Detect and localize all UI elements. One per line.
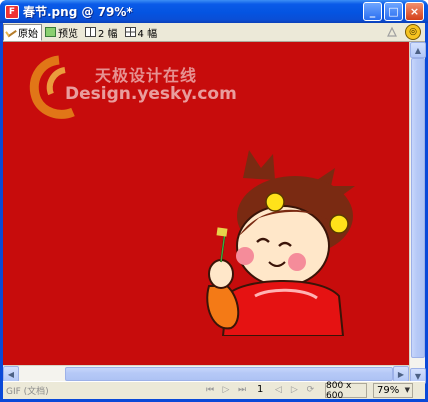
document-client-area: 原始 预览 2 幅 4 幅 ◎ 天极设计在线 Design.yesky.com … <box>3 23 426 401</box>
play-icon[interactable]: ▷ <box>221 385 231 395</box>
tab-preview[interactable]: 预览 <box>42 24 82 41</box>
four-up-icon <box>124 27 136 37</box>
quality-icon[interactable] <box>385 25 399 39</box>
app-icon[interactable]: F <box>5 4 19 19</box>
minimize-button[interactable]: _ <box>363 2 382 21</box>
scroll-right-button[interactable]: ▶ <box>393 366 409 382</box>
last-frame-icon[interactable]: ⏭ <box>237 385 247 395</box>
preview-icon <box>45 27 56 37</box>
watermark-site-text: Design.yesky.com <box>65 84 237 104</box>
maximize-button[interactable]: □ <box>384 2 403 21</box>
first-frame-icon[interactable]: ⏮ <box>205 385 215 395</box>
options-icon[interactable]: ◎ <box>405 24 421 40</box>
loop-icon[interactable]: ⟳ <box>305 385 315 395</box>
zoom-select[interactable]: 79% ▼ <box>373 383 413 398</box>
zoom-value: 79% <box>377 385 400 396</box>
export-format-label: GIF (文档) <box>6 387 49 397</box>
close-button[interactable]: × <box>405 2 424 21</box>
scroll-up-button[interactable]: ▲ <box>410 42 426 58</box>
title-bar[interactable]: F 春节.png @ 79%* _ □ × <box>0 0 428 23</box>
chevron-down-icon: ▼ <box>404 386 410 394</box>
tab-original[interactable]: 原始 <box>3 23 42 41</box>
tab-4-up[interactable]: 4 幅 <box>122 24 162 41</box>
window-controls: _ □ × <box>363 2 424 21</box>
pencil-icon <box>5 26 17 38</box>
two-up-icon <box>85 27 96 37</box>
canvas-viewport[interactable]: 天极设计在线 Design.yesky.com <box>3 42 409 384</box>
previous-frame-icon[interactable]: ◁ <box>273 385 283 395</box>
cartoon-girl-illustration <box>206 150 355 336</box>
watermark-chinese-text: 天极设计在线 <box>95 66 198 85</box>
tab-label: 4 幅 <box>137 28 158 40</box>
document-window: F 春节.png @ 79%* _ □ × 原始 预览 2 幅 4 幅 ◎ 天极… <box>0 0 428 402</box>
tab-label: 预览 <box>58 28 78 40</box>
frame-controls: ⏮ ▷ ⏭ 1 ◁ ▷ ⟳ <box>205 384 315 395</box>
next-frame-icon[interactable]: ▷ <box>289 385 299 395</box>
tab-bar-tools: ◎ <box>385 24 421 40</box>
current-frame-number: 1 <box>257 384 264 395</box>
scroll-left-button[interactable]: ◀ <box>3 366 19 382</box>
tab-label: 2 幅 <box>98 28 118 40</box>
vertical-scrollbar[interactable]: ▲ ▼ <box>409 42 426 384</box>
window-title: 春节.png @ 79%* <box>23 5 133 19</box>
tab-2-up[interactable]: 2 幅 <box>82 24 122 41</box>
status-bar: GIF (文档) ⏮ ▷ ⏭ 1 ◁ ▷ ⟳ 800 x 600 79% ▼ <box>3 381 425 401</box>
document-size-button[interactable]: 800 x 600 <box>325 381 367 401</box>
horizontal-scroll-thumb[interactable] <box>65 367 393 381</box>
document-canvas[interactable]: 天极设计在线 Design.yesky.com <box>3 42 409 384</box>
vertical-scroll-thumb[interactable] <box>411 58 425 358</box>
horizontal-scrollbar[interactable]: ◀ ▶ <box>3 365 409 382</box>
tab-label: 原始 <box>18 28 38 40</box>
view-tab-bar: 原始 预览 2 幅 4 幅 ◎ <box>3 23 425 42</box>
